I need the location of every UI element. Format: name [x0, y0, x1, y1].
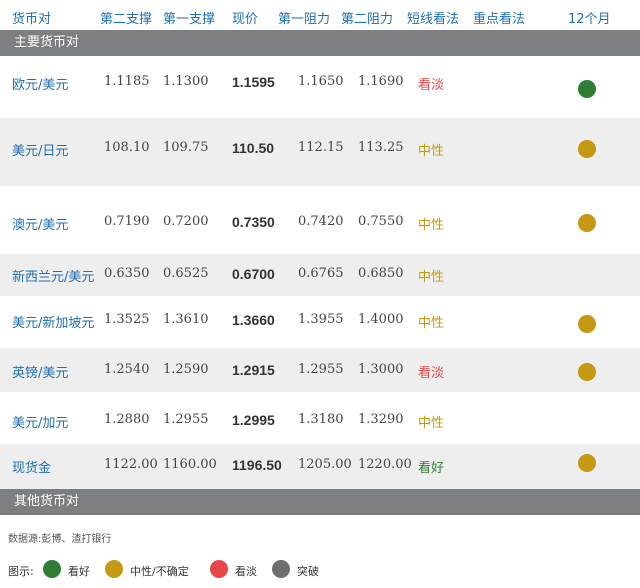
cell-s2: 1.3525 — [104, 312, 150, 327]
cell-view: 中性 — [418, 416, 445, 431]
col-support2: 第二支撑 — [100, 12, 153, 27]
col-spot: 现价 — [232, 12, 259, 27]
cell-r1: 1.3955 — [298, 312, 344, 327]
cell-pair: 欧元/美元 — [12, 78, 69, 93]
legend-breakout: 突破 — [297, 565, 319, 578]
cell-s2: 108.10 — [104, 140, 150, 155]
cell-s1: 1.3610 — [163, 312, 209, 327]
cell-spot: 1.2995 — [232, 412, 275, 428]
cell-view: 看淡 — [418, 366, 445, 381]
cell-s2: 1.1185 — [104, 74, 150, 89]
cell-view: 中性 — [418, 218, 445, 233]
col-support1: 第一支撑 — [163, 12, 216, 27]
table-row: 欧元/美元 1.1185 1.1300 1.1595 1.1650 1.1690 看淡 — [0, 56, 640, 118]
cell-spot: 0.6700 — [232, 266, 275, 282]
cell-view: 中性 — [418, 144, 445, 159]
cell-r2: 1.3000 — [358, 362, 404, 377]
cell-r2: 1.3290 — [358, 412, 404, 427]
legend-title: 图示: — [8, 565, 34, 578]
cell-pair: 英镑/美元 — [12, 366, 69, 381]
cell-s1: 0.6525 — [163, 266, 209, 281]
section-main: 主要货币对 — [0, 30, 640, 56]
cell-spot: 1.1595 — [232, 74, 275, 90]
cell-r1: 0.7420 — [298, 214, 344, 229]
cell-s1: 1160.00 — [163, 457, 217, 472]
table-row: 美元/日元 108.10 109.75 110.50 112.15 113.25 中性 — [0, 118, 640, 186]
cell-s1: 109.75 — [163, 140, 209, 155]
cell-r2: 1.4000 — [358, 312, 404, 327]
cell-r2: 0.6850 — [358, 266, 404, 281]
table-row: 美元/新加坡元 1.3525 1.3610 1.3660 1.3955 1.4000 中性 — [0, 296, 640, 348]
bearish-dot-icon — [210, 560, 228, 578]
cell-spot: 110.50 — [232, 140, 275, 156]
table-row: 美元/加元 1.2880 1.2955 1.2995 1.3180 1.3290 中性 — [0, 392, 640, 444]
cell-s1: 0.7200 — [163, 214, 209, 229]
table-row: 新西兰元/美元 0.6350 0.6525 0.6700 0.6765 0.6850 中性 — [0, 254, 640, 296]
outlook-dot-icon — [578, 454, 596, 472]
cell-r1: 1.3180 — [298, 412, 344, 427]
cell-spot: 1196.50 — [232, 457, 282, 473]
breakout-dot-icon — [272, 560, 290, 578]
col-pair: 货币对 — [12, 12, 52, 27]
table-row: 英镑/美元 1.2540 1.2590 1.2915 1.2955 1.3000 看淡 — [0, 348, 640, 392]
col-resist1: 第一阻力 — [278, 12, 331, 27]
cell-spot: 1.2915 — [232, 362, 275, 378]
cell-r1: 1205.00 — [298, 457, 352, 472]
cell-r2: 0.7550 — [358, 214, 404, 229]
table-row: 现货金 1122.00 1160.00 1196.50 1205.00 1220.00 看好 — [0, 444, 640, 489]
bullish-dot-icon — [43, 560, 61, 578]
outlook-dot-icon — [578, 315, 596, 333]
cell-view: 中性 — [418, 270, 445, 285]
cell-s2: 0.7190 — [104, 214, 150, 229]
section-main-label: 主要货币对 — [14, 35, 80, 50]
cell-pair: 现货金 — [12, 461, 52, 476]
cell-r2: 113.25 — [358, 140, 404, 155]
cell-r2: 1.1690 — [358, 74, 404, 89]
section-other-label: 其他货币对 — [14, 494, 80, 509]
outlook-dot-icon — [578, 80, 596, 98]
cell-r1: 1.2955 — [298, 362, 344, 377]
legend-neutral: 中性/不确定 — [130, 565, 189, 578]
outlook-dot-icon — [578, 140, 596, 158]
cell-s1: 1.2955 — [163, 412, 209, 427]
legend: 图示: 看好 中性/不确定 看淡 突破 — [8, 560, 640, 580]
cell-pair: 美元/加元 — [12, 416, 69, 431]
cell-spot: 1.3660 — [232, 312, 275, 328]
cell-r1: 1.1650 — [298, 74, 344, 89]
cell-view: 看淡 — [418, 78, 445, 93]
cell-s1: 1.1300 — [163, 74, 209, 89]
data-source: 数据源:彭博、渣打银行 — [8, 534, 112, 545]
cell-spot: 0.7350 — [232, 214, 275, 230]
cell-r1: 0.6765 — [298, 266, 344, 281]
cell-view: 中性 — [418, 316, 445, 331]
cell-s2: 0.6350 — [104, 266, 150, 281]
cell-s2: 1.2880 — [104, 412, 150, 427]
col-short-term: 短线看法 — [407, 12, 460, 27]
cell-s1: 1.2590 — [163, 362, 209, 377]
col-12-month: 12个月 — [568, 12, 611, 27]
cell-s2: 1.2540 — [104, 362, 150, 377]
cell-r1: 112.15 — [298, 140, 344, 155]
col-key-view: 重点看法 — [473, 12, 526, 27]
outlook-dot-icon — [578, 363, 596, 381]
table-header: 货币对 第二支撑 第一支撑 现价 第一阻力 第二阻力 短线看法 重点看法 12个… — [0, 0, 640, 30]
cell-s2: 1122.00 — [104, 457, 158, 472]
legend-bearish: 看淡 — [235, 565, 257, 578]
table-row: 澳元/美元 0.7190 0.7200 0.7350 0.7420 0.7550 中性 — [0, 186, 640, 254]
col-resist2: 第二阻力 — [341, 12, 394, 27]
cell-pair: 美元/新加坡元 — [12, 316, 95, 331]
cell-pair: 新西兰元/美元 — [12, 270, 95, 285]
section-other: 其他货币对 — [0, 489, 640, 515]
cell-view: 看好 — [418, 461, 445, 476]
cell-pair: 美元/日元 — [12, 144, 69, 159]
cell-pair: 澳元/美元 — [12, 218, 69, 233]
cell-r2: 1220.00 — [358, 457, 412, 472]
outlook-dot-icon — [578, 214, 596, 232]
neutral-dot-icon — [105, 560, 123, 578]
legend-bullish: 看好 — [68, 565, 90, 578]
